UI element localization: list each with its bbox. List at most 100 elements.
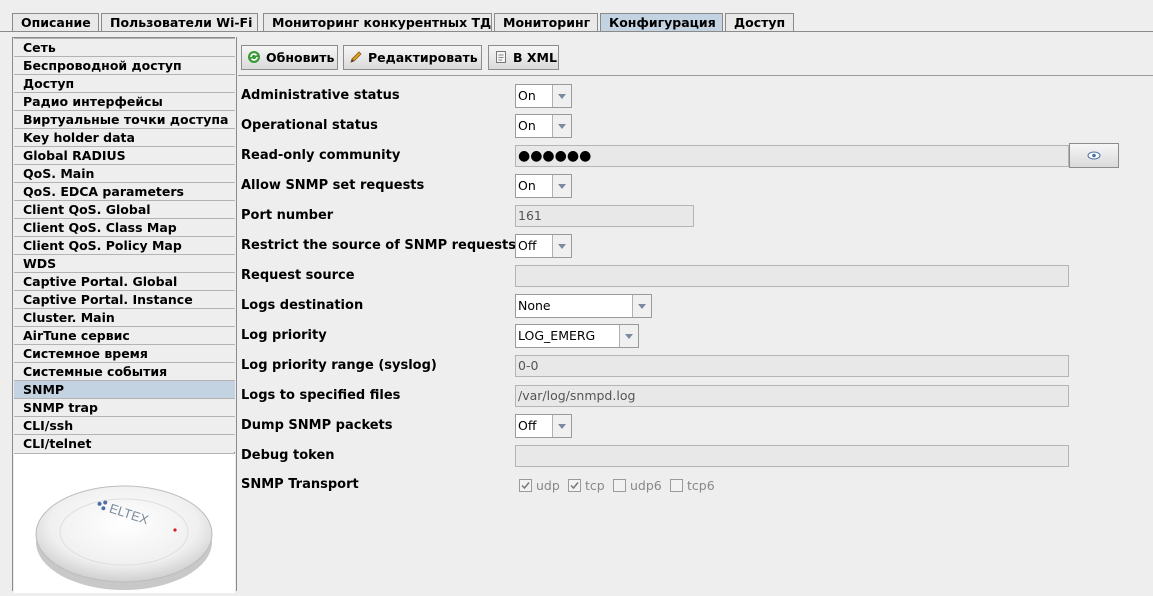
chevron-down-icon[interactable] <box>552 235 571 257</box>
sidebar-item-system-events[interactable]: Системные события <box>14 362 235 380</box>
chevron-down-icon[interactable] <box>552 175 571 197</box>
log-priority-select[interactable]: LOG_EMERG <box>515 324 639 348</box>
logs-destination-value: None <box>518 298 551 313</box>
restrict-source-select[interactable]: Off <box>515 234 572 258</box>
eye-icon <box>1087 151 1101 160</box>
refresh-icon <box>248 51 260 63</box>
sidebar-item-qos-main[interactable]: QoS. Main <box>14 164 235 182</box>
edit-button[interactable]: Редактировать <box>343 45 482 70</box>
oper-status-value: On <box>518 118 536 133</box>
restrict-source-label: Restrict the source of SNMP requests <box>241 238 516 253</box>
sidebar-item-captive-portal-instance[interactable]: Captive Portal. Instance <box>14 290 235 308</box>
sidebar-item-radio-interfaces[interactable]: Радио интерфейсы <box>14 92 235 110</box>
refresh-button[interactable]: Обновить <box>241 45 338 70</box>
checkmark-icon <box>570 482 579 490</box>
pencil-icon <box>350 51 362 63</box>
tab-wifi-users[interactable]: Пользователи Wi-Fi <box>101 13 258 31</box>
checkbox-box[interactable] <box>519 479 532 492</box>
transport-tcp6-label: tcp6 <box>687 478 715 493</box>
oper-status-select[interactable]: On <box>515 114 572 138</box>
request-source-field[interactable] <box>515 265 1069 287</box>
sidebar-item-snmp[interactable]: SNMP <box>14 380 235 398</box>
sidebar-item-wds[interactable]: WDS <box>14 254 235 272</box>
logs-files-value: /var/log/snmpd.log <box>518 388 636 403</box>
tab-divider <box>0 31 1153 32</box>
logs-files-field[interactable]: /var/log/snmpd.log <box>515 385 1069 407</box>
log-priority-range-value: 0-0 <box>518 358 539 373</box>
sidebar-item-cli-ssh[interactable]: CLI/ssh <box>14 416 235 434</box>
sidebar-item-cluster-main[interactable]: Cluster. Main <box>14 308 235 326</box>
log-priority-label: Log priority <box>241 328 327 343</box>
tab-competitor-monitoring[interactable]: Мониторинг конкурентных ТД <box>263 13 492 31</box>
checkbox-box[interactable] <box>613 479 626 492</box>
log-priority-value: LOG_EMERG <box>518 328 596 343</box>
allow-set-select[interactable]: On <box>515 174 572 198</box>
port-number-label: Port number <box>241 208 334 223</box>
dump-packets-select[interactable]: Off <box>515 414 572 438</box>
transport-udp-label: udp <box>536 478 560 493</box>
request-source-label: Request source <box>241 268 355 283</box>
refresh-button-label: Обновить <box>266 50 335 65</box>
debug-token-field[interactable] <box>515 445 1069 467</box>
ro-community-value: ●●●●●● <box>518 148 592 164</box>
sidebar-item-cli-telnet[interactable]: CLI/telnet <box>14 434 235 452</box>
dump-packets-value: Off <box>518 418 537 433</box>
sidebar-item-captive-portal-global[interactable]: Captive Portal. Global <box>14 272 235 290</box>
sidebar-item-client-qos-global[interactable]: Client QoS. Global <box>14 200 235 218</box>
sidebar-item-client-qos-policy-map[interactable]: Client QoS. Policy Map <box>14 236 235 254</box>
checkmark-icon <box>521 482 530 490</box>
dump-packets-label: Dump SNMP packets <box>241 418 393 433</box>
chevron-down-icon[interactable] <box>552 115 571 137</box>
access-point-image: ELTEX <box>35 485 213 590</box>
transport-udp6-label: udp6 <box>630 478 662 493</box>
logs-destination-select[interactable]: None <box>515 294 652 318</box>
allow-set-value: On <box>518 178 536 193</box>
toolbar-divider <box>238 75 1153 76</box>
port-number-field[interactable]: 161 <box>515 205 694 227</box>
admin-status-select[interactable]: On <box>515 84 572 108</box>
sidebar-item-global-radius[interactable]: Global RADIUS <box>14 146 235 164</box>
chevron-down-icon[interactable] <box>552 85 571 107</box>
sidebar-item-system-time[interactable]: Системное время <box>14 344 235 362</box>
sidebar: Сеть Беспроводной доступ Доступ Радио ин… <box>12 37 235 593</box>
chevron-down-icon[interactable] <box>552 415 571 437</box>
sidebar-item-qos-edca[interactable]: QoS. EDCA parameters <box>14 182 235 200</box>
tab-bar: Описание Пользователи Wi-Fi Мониторинг к… <box>0 0 1153 32</box>
sidebar-item-client-qos-class-map[interactable]: Client QoS. Class Map <box>14 218 235 236</box>
ro-community-label: Read-only community <box>241 148 401 163</box>
toolbar: Обновить Редактировать В XML <box>238 40 1153 75</box>
device-image: ELTEX <box>14 453 235 593</box>
chevron-down-icon[interactable] <box>632 295 651 317</box>
ro-community-field[interactable]: ●●●●●● <box>515 145 1069 167</box>
logs-files-label: Logs to specified files <box>241 388 401 403</box>
sidebar-item-key-holder[interactable]: Key holder data <box>14 128 235 146</box>
snmp-transport-label: SNMP Transport <box>241 477 359 492</box>
tab-monitoring[interactable]: Мониторинг <box>494 13 598 31</box>
sidebar-item-snmp-trap[interactable]: SNMP trap <box>14 398 235 416</box>
log-priority-range-label: Log priority range (syslog) <box>241 358 437 373</box>
sidebar-item-access[interactable]: Доступ <box>14 74 235 92</box>
sidebar-item-virtual-aps[interactable]: Виртуальные точки доступа <box>14 110 235 128</box>
sidebar-item-wireless-access[interactable]: Беспроводной доступ <box>14 56 235 74</box>
sidebar-item-network[interactable]: Сеть <box>14 38 235 56</box>
sidebar-item-airtune[interactable]: AirTune сервис <box>14 326 235 344</box>
log-priority-range-field[interactable]: 0-0 <box>515 355 1069 377</box>
transport-tcp-label: tcp <box>585 478 605 493</box>
oper-status-label: Operational status <box>241 118 378 133</box>
checkbox-box[interactable] <box>670 479 683 492</box>
edit-button-label: Редактировать <box>368 50 478 65</box>
tab-access[interactable]: Доступ <box>725 13 794 31</box>
show-password-button[interactable] <box>1069 143 1119 168</box>
tab-configuration[interactable]: Конфигурация <box>600 13 723 31</box>
chevron-down-icon[interactable] <box>619 325 638 347</box>
export-xml-button[interactable]: В XML <box>488 45 559 70</box>
document-icon <box>496 51 506 63</box>
port-number-value: 161 <box>518 208 542 223</box>
checkbox-box[interactable] <box>568 479 581 492</box>
allow-set-label: Allow SNMP set requests <box>241 178 425 193</box>
admin-status-value: On <box>518 88 536 103</box>
tab-description[interactable]: Описание <box>12 13 99 31</box>
sidebar-divider <box>236 37 237 591</box>
admin-status-label: Administrative status <box>241 88 400 103</box>
logs-destination-label: Logs destination <box>241 298 364 313</box>
